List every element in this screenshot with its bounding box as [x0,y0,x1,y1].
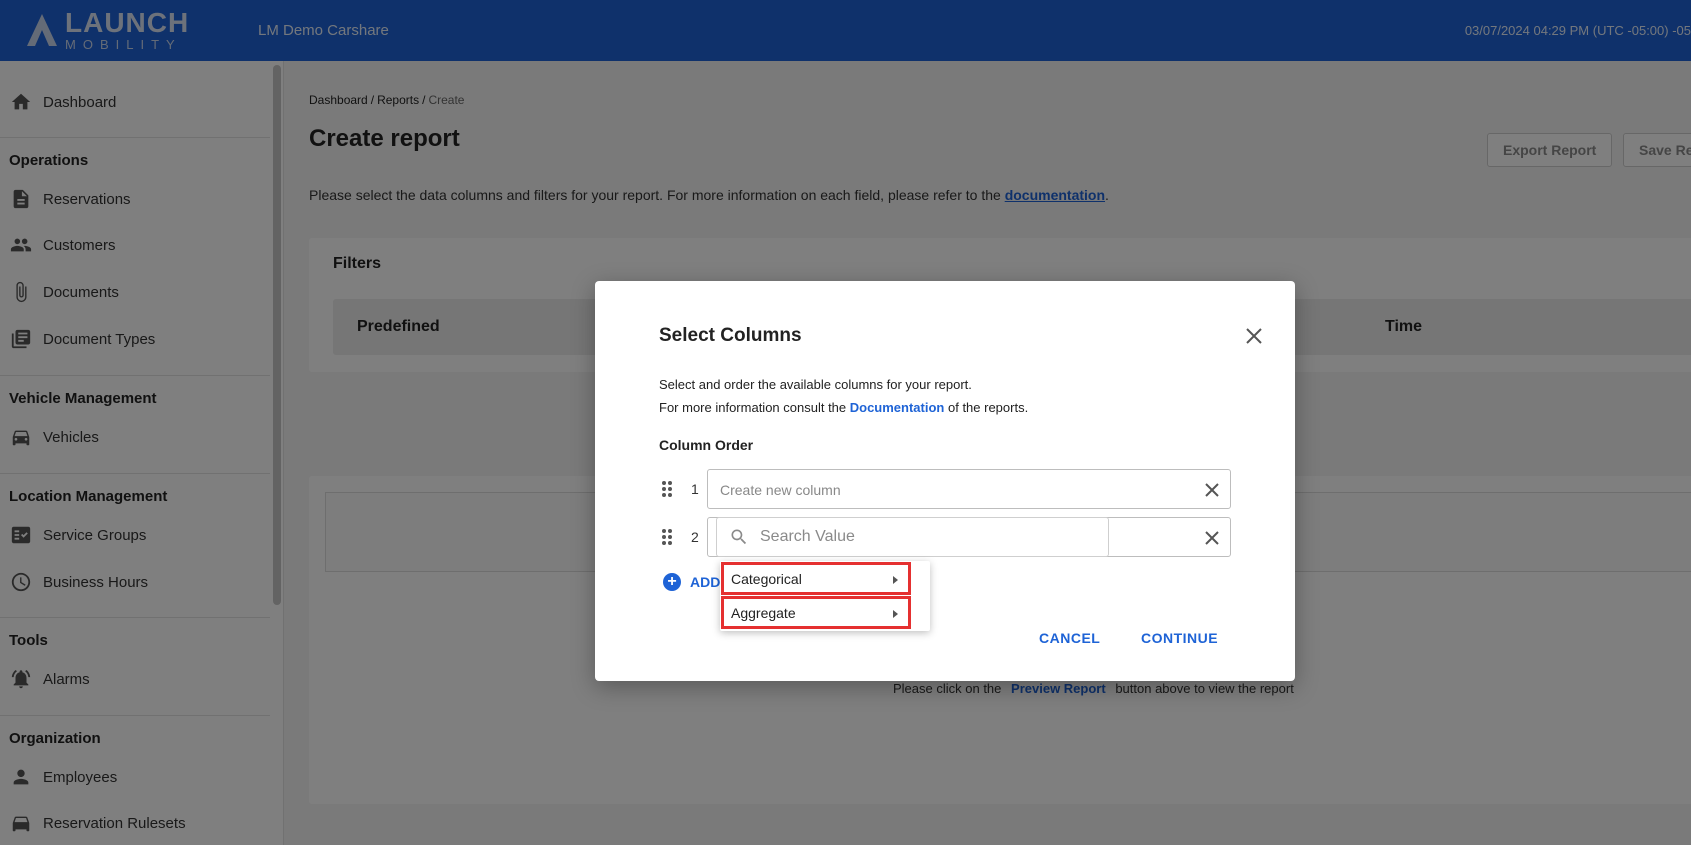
close-button[interactable] [1243,325,1265,347]
drag-handle[interactable] [661,528,673,546]
close-icon [1246,328,1262,344]
search-value-input[interactable] [760,528,1090,546]
dialog-description-doc: For more information consult the Documen… [659,400,1028,415]
select-columns-dialog: Select Columns Select and order the avai… [595,281,1295,681]
dialog-documentation-link[interactable]: Documentation [850,400,945,415]
dialog-description: Select and order the available columns f… [659,377,972,392]
close-icon [1205,483,1219,497]
column-input-placeholder: Create new column [720,482,841,498]
caret-right-icon [893,610,898,618]
add-circle-icon: + [663,573,681,591]
add-column-button[interactable]: + ADD [663,573,720,591]
continue-button[interactable]: CONTINUE [1141,630,1218,646]
dialog-title: Select Columns [659,325,802,346]
search-value-box [716,517,1109,557]
clear-column-button[interactable] [1202,480,1222,500]
drag-handle[interactable] [661,480,673,498]
column-type-menu: Categorical Aggregate [720,561,930,631]
column-order-label: Column Order [659,437,754,453]
menu-item-label: Aggregate [731,604,796,621]
drag-indicator-icon [662,529,672,545]
column-input[interactable]: Create new column [707,469,1231,509]
clear-column-button[interactable] [1202,528,1222,548]
menu-item-label: Categorical [731,570,802,587]
add-column-label: ADD [690,574,721,590]
drag-indicator-icon [662,481,672,497]
cancel-button[interactable]: CANCEL [1039,630,1100,646]
menu-item-aggregate[interactable]: Aggregate [721,596,911,629]
search-icon [731,529,747,545]
column-row-number: 1 [691,481,699,497]
menu-item-categorical[interactable]: Categorical [721,562,911,595]
caret-right-icon [893,576,898,584]
dialog-description-after: of the reports. [944,400,1029,415]
column-row-number: 2 [691,529,699,545]
close-icon [1205,531,1219,545]
dialog-description-before: For more information consult the [659,400,850,415]
